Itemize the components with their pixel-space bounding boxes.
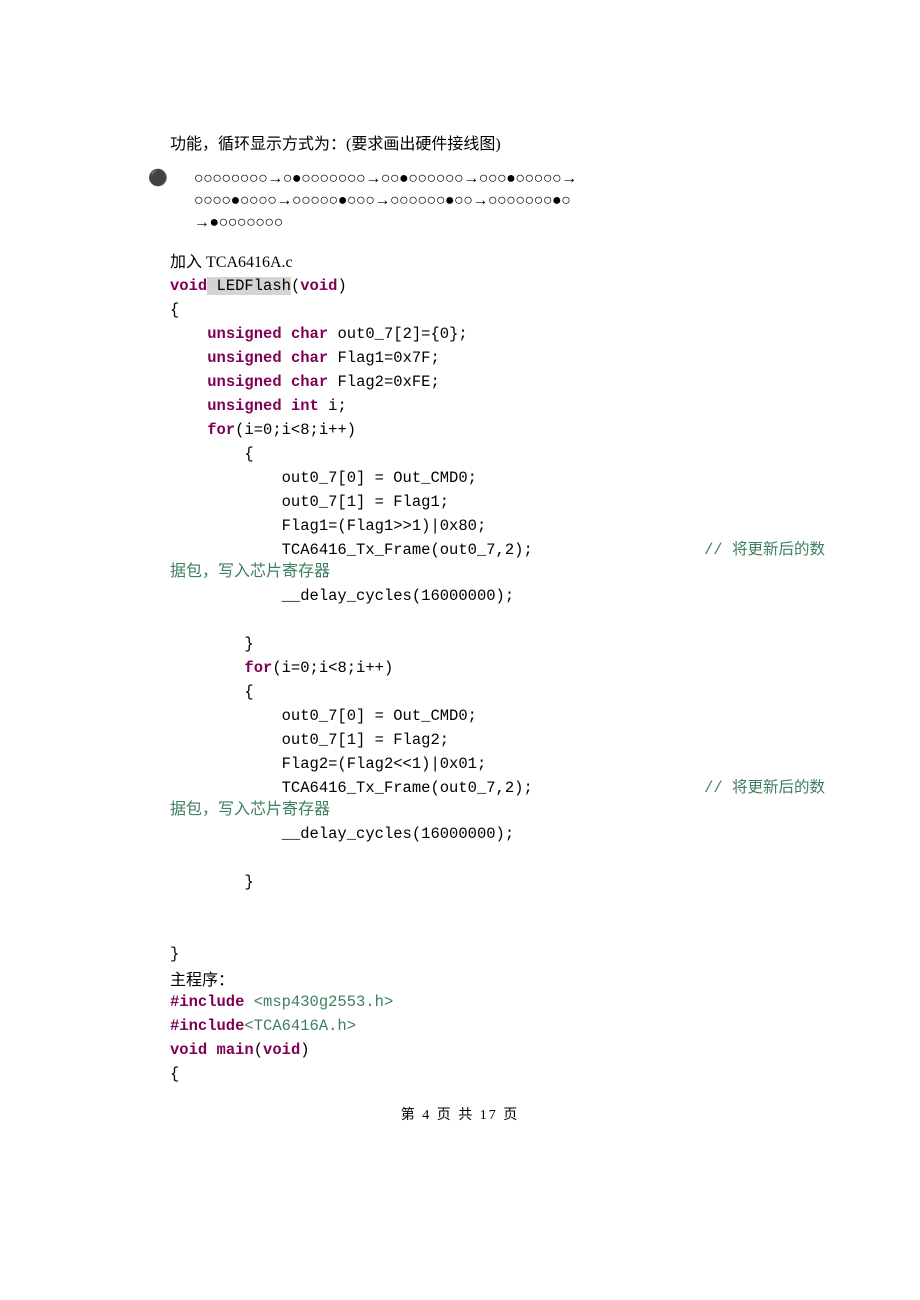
tx-frame-call: TCA6416_Tx_Frame(out0_7,2);: [282, 541, 533, 559]
kw-int: int: [291, 397, 319, 415]
intro-text: 功能，循环显示方式为：(要求画出硬件接线图): [170, 130, 825, 154]
kw-for: for: [207, 421, 235, 439]
open-brace: {: [244, 683, 253, 701]
kw-char: char: [291, 349, 328, 367]
page-content: 功能，循环显示方式为：(要求画出硬件接线图) ⚫ ○○○○○○○○→○●○○○○…: [0, 130, 920, 1086]
decl-i: i;: [319, 397, 347, 415]
code-line: out0_7[1] = Flag2;: [282, 731, 449, 749]
list-bullet-icon: ⚫: [148, 168, 168, 190]
close-brace: }: [244, 873, 253, 891]
close-brace: }: [170, 942, 825, 966]
code-line: out0_7[1] = Flag1;: [282, 493, 449, 511]
code-line-with-comment: TCA6416_Tx_Frame(out0_7,2); // 将更新后的数: [170, 776, 825, 800]
comment-continuation: 据包，写入芯片寄存器: [170, 560, 825, 584]
kw-for: for: [244, 659, 272, 677]
kw-void-param: void: [263, 1041, 300, 1059]
code-line: Flag2=(Flag2<<1)|0x01;: [282, 755, 487, 773]
for2-cond: (i=0;i<8;i++): [272, 659, 393, 677]
led-line-3: →●○○○○○○○: [194, 212, 577, 234]
delay-call: __delay_cycles(16000000);: [282, 587, 515, 605]
kw-include: #include: [170, 993, 244, 1011]
for1-cond: (i=0;i<8;i++): [235, 421, 356, 439]
open-brace: {: [244, 445, 253, 463]
kw-char: char: [291, 325, 328, 343]
led-line-2: ○○○○●○○○○→○○○○○●○○○→○○○○○○●○○→○○○○○○○●○: [194, 190, 577, 212]
kw-void: void: [170, 277, 207, 295]
kw-unsigned: unsigned: [207, 397, 281, 415]
include-tca6416a: <TCA6416A.h>: [244, 1017, 356, 1035]
led-sequence: ○○○○○○○○→○●○○○○○○○→○○●○○○○○○→○○○●○○○○○→ …: [194, 168, 577, 234]
kw-char: char: [291, 373, 328, 391]
main-fn-name: main: [207, 1041, 254, 1059]
comment-continuation: 据包，写入芯片寄存器: [170, 798, 825, 822]
kw-void-param: void: [300, 277, 337, 295]
close-brace: }: [244, 635, 253, 653]
code-line-with-comment: TCA6416_Tx_Frame(out0_7,2); // 将更新后的数: [170, 538, 825, 562]
comment: // 将更新后的数: [704, 776, 825, 800]
add-file-text: 加入 TCA6416A.c: [170, 248, 825, 272]
decl-out07: out0_7[2]={0};: [328, 325, 468, 343]
led-pattern: ⚫ ○○○○○○○○→○●○○○○○○○→○○●○○○○○○→○○○●○○○○○…: [170, 168, 825, 234]
code-line: out0_7[0] = Out_CMD0;: [282, 469, 477, 487]
kw-unsigned: unsigned: [207, 373, 281, 391]
kw-unsigned: unsigned: [207, 349, 281, 367]
kw-void: void: [170, 1041, 207, 1059]
decl-flag1: Flag1=0x7F;: [328, 349, 440, 367]
include-msp430: <msp430g2553.h>: [244, 993, 393, 1011]
kw-unsigned: unsigned: [207, 325, 281, 343]
main-label: 主程序：: [170, 966, 825, 990]
decl-flag2: Flag2=0xFE;: [328, 373, 440, 391]
kw-include: #include: [170, 1017, 244, 1035]
fn-name: LEDFlash: [207, 277, 291, 295]
open-brace: {: [170, 298, 825, 322]
code-block: void LEDFlash(void) { unsigned char out0…: [170, 274, 825, 1086]
tx-frame-call: TCA6416_Tx_Frame(out0_7,2);: [282, 779, 533, 797]
led-line-1: ○○○○○○○○→○●○○○○○○○→○○●○○○○○○→○○○●○○○○○→: [194, 168, 577, 190]
page-footer: 第 4 页 共 17 页: [0, 1104, 920, 1124]
delay-call: __delay_cycles(16000000);: [282, 825, 515, 843]
comment: // 将更新后的数: [704, 538, 825, 562]
code-line: out0_7[0] = Out_CMD0;: [282, 707, 477, 725]
open-brace: {: [170, 1062, 825, 1086]
code-line: Flag1=(Flag1>>1)|0x80;: [282, 517, 487, 535]
